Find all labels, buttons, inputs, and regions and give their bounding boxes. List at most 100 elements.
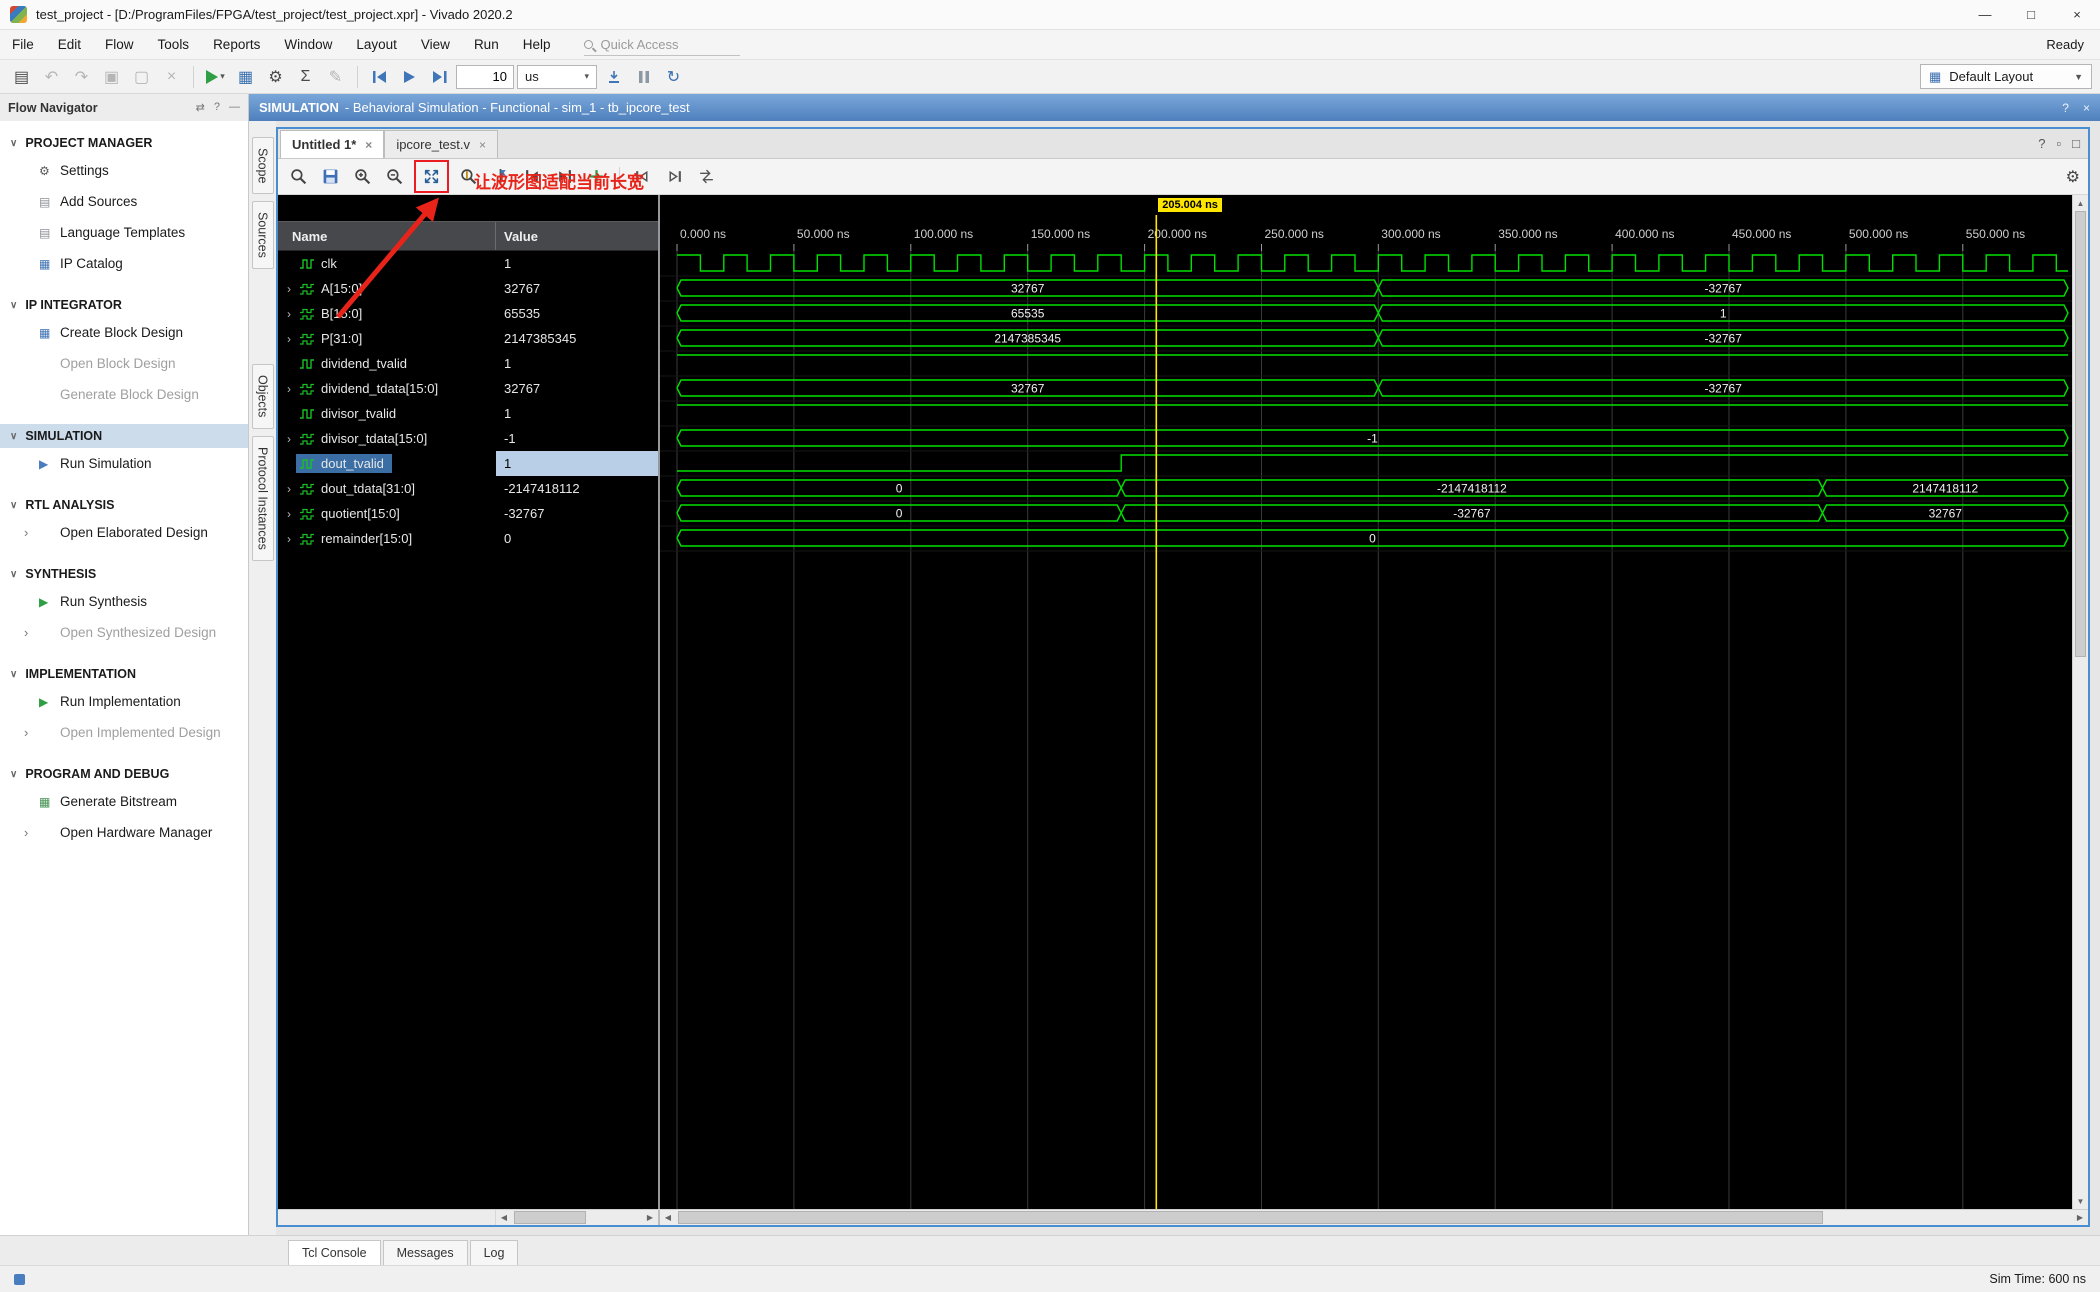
signal-row-dout-tdata-31-0[interactable]: › dout_tdata[31:0] -2147418112 bbox=[278, 476, 658, 501]
run-all-button[interactable] bbox=[396, 64, 423, 90]
flow-item-open-hardware-manager[interactable]: › Open Hardware Manager bbox=[0, 817, 248, 848]
scroll-left-icon[interactable]: ◀ bbox=[496, 1210, 512, 1225]
next-transition-icon[interactable] bbox=[552, 164, 577, 189]
menu-edit[interactable]: Edit bbox=[46, 30, 93, 59]
side-tab-protocol-instances[interactable]: Protocol Instances bbox=[251, 435, 274, 561]
side-tab-sources[interactable]: Sources bbox=[251, 201, 274, 270]
relaunch-sim-icon[interactable]: ↻ bbox=[660, 64, 687, 90]
expander-icon[interactable]: › bbox=[24, 625, 39, 640]
flow-section-program-and-debug[interactable]: ∨ PROGRAM AND DEBUG bbox=[0, 762, 248, 786]
flow-section-project-manager[interactable]: ∨ PROJECT MANAGER bbox=[0, 131, 248, 155]
find-icon[interactable] bbox=[286, 164, 311, 189]
zoom-to-cursor-icon[interactable] bbox=[456, 164, 481, 189]
flow-section-ip-integrator[interactable]: ∨ IP INTEGRATOR bbox=[0, 293, 248, 317]
float-window-icon[interactable]: ▫ bbox=[2057, 136, 2062, 151]
bottom-tab-messages[interactable]: Messages bbox=[382, 1240, 468, 1265]
wave-horizontal-scrollbar[interactable]: ◀ ▶ bbox=[660, 1210, 2088, 1225]
value-column-header[interactable]: Value bbox=[496, 222, 658, 250]
menu-reports[interactable]: Reports bbox=[201, 30, 272, 59]
close-button[interactable]: × bbox=[2054, 0, 2100, 29]
scroll-right-icon[interactable]: ▶ bbox=[2072, 1210, 2088, 1225]
flow-item-open-elaborated-design[interactable]: › Open Elaborated Design bbox=[0, 517, 248, 548]
scroll-down-icon[interactable]: ▼ bbox=[2073, 1193, 2088, 1209]
vertical-scroll-thumb[interactable] bbox=[2075, 211, 2086, 658]
step-button[interactable] bbox=[600, 64, 627, 90]
flow-section-implementation[interactable]: ∨ IMPLEMENTATION bbox=[0, 662, 248, 686]
menu-run[interactable]: Run bbox=[462, 30, 511, 59]
maximize-button[interactable]: □ bbox=[2008, 0, 2054, 29]
side-tab-scope[interactable]: Scope bbox=[251, 137, 274, 195]
flow-section-simulation[interactable]: ∨ SIMULATION bbox=[0, 424, 248, 448]
run-for-button[interactable] bbox=[426, 64, 453, 90]
expander-icon[interactable]: › bbox=[282, 507, 296, 521]
goto-time-zero-icon[interactable] bbox=[630, 164, 655, 189]
zoom-out-icon[interactable] bbox=[382, 164, 407, 189]
zoom-in-icon[interactable] bbox=[350, 164, 375, 189]
signal-row-a-15-0[interactable]: › A[15:0] 32767 bbox=[278, 276, 658, 301]
signal-row-p-31-0[interactable]: › P[31:0] 2147385345 bbox=[278, 326, 658, 351]
expander-icon[interactable]: › bbox=[282, 482, 296, 496]
expander-icon[interactable]: › bbox=[282, 432, 296, 446]
flow-item-run-synthesis[interactable]: ▶ Run Synthesis bbox=[0, 586, 248, 617]
edit-pencil-icon[interactable]: ✎ bbox=[322, 64, 349, 90]
time-unit-select[interactable]: us ▾ bbox=[517, 64, 597, 89]
close-icon[interactable]: × bbox=[479, 138, 486, 152]
minimize-button[interactable]: — bbox=[1962, 0, 2008, 29]
scroll-left-icon[interactable]: ◀ bbox=[660, 1210, 676, 1225]
scroll-up-icon[interactable]: ▲ bbox=[2073, 195, 2088, 211]
flow-item-generate-block-design[interactable]: Generate Block Design bbox=[0, 379, 248, 410]
signal-row-dividend-tvalid[interactable]: dividend_tvalid 1 bbox=[278, 351, 658, 376]
help-icon[interactable]: ? bbox=[2038, 136, 2045, 151]
side-tab-objects[interactable]: Objects bbox=[251, 364, 274, 429]
name-column-header[interactable]: Name bbox=[278, 222, 496, 250]
pause-button[interactable] bbox=[630, 64, 657, 90]
scroll-thumb[interactable] bbox=[678, 1211, 1823, 1224]
run-flow-button[interactable]: ▾ bbox=[202, 64, 229, 90]
expander-icon[interactable]: › bbox=[282, 532, 296, 546]
swap-cursor-icon[interactable] bbox=[694, 164, 719, 189]
flow-section-rtl-analysis[interactable]: ∨ RTL ANALYSIS bbox=[0, 493, 248, 517]
flow-item-ip-catalog[interactable]: ▦ IP Catalog bbox=[0, 248, 248, 279]
help-icon[interactable]: ? bbox=[214, 101, 220, 114]
scroll-thumb[interactable] bbox=[514, 1211, 586, 1224]
menu-help[interactable]: Help bbox=[511, 30, 563, 59]
flow-item-create-block-design[interactable]: ▦ Create Block Design bbox=[0, 317, 248, 348]
menu-window[interactable]: Window bbox=[272, 30, 344, 59]
signal-row-dout-tvalid[interactable]: dout_tvalid 1 bbox=[278, 451, 658, 476]
paste-icon[interactable]: ▢ bbox=[128, 64, 155, 90]
expander-icon[interactable]: › bbox=[282, 282, 296, 296]
flow-item-run-simulation[interactable]: ▶ Run Simulation bbox=[0, 448, 248, 479]
expander-icon[interactable]: › bbox=[24, 825, 39, 840]
help-icon[interactable]: ? bbox=[2062, 101, 2069, 115]
goto-time-end-icon[interactable] bbox=[662, 164, 687, 189]
flow-item-open-synthesized-design[interactable]: › Open Synthesized Design bbox=[0, 617, 248, 648]
quick-access-search[interactable]: Quick Access bbox=[584, 34, 741, 56]
doc-tab-untitled-1[interactable]: Untitled 1* × bbox=[280, 130, 385, 158]
flow-item-open-block-design[interactable]: Open Block Design bbox=[0, 348, 248, 379]
marker-icon[interactable] bbox=[488, 164, 513, 189]
signal-row-dividend-tdata-15-0[interactable]: › dividend_tdata[15:0] 32767 bbox=[278, 376, 658, 401]
wave-settings-gear-icon[interactable]: ⚙ bbox=[2066, 167, 2080, 187]
bottom-tab-tcl-console[interactable]: Tcl Console bbox=[288, 1240, 381, 1265]
dashboard-icon[interactable]: ▦ bbox=[232, 64, 259, 90]
close-icon[interactable]: × bbox=[365, 138, 372, 152]
menu-flow[interactable]: Flow bbox=[93, 30, 146, 59]
names-horizontal-scrollbar[interactable]: ◀ ▶ bbox=[496, 1210, 660, 1225]
signal-row-quotient-15-0[interactable]: › quotient[15:0] -32767 bbox=[278, 501, 658, 526]
flow-item-add-sources[interactable]: ▤ Add Sources bbox=[0, 186, 248, 217]
signal-row-b-15-0[interactable]: › B[15:0] 65535 bbox=[278, 301, 658, 326]
scroll-right-icon[interactable]: ▶ bbox=[642, 1210, 658, 1225]
bottom-tab-log[interactable]: Log bbox=[469, 1240, 519, 1265]
menu-file[interactable]: File bbox=[0, 30, 46, 59]
open-project-icon[interactable]: ▤ bbox=[8, 64, 35, 90]
vertical-scrollbar[interactable]: ▲ ▼ bbox=[2072, 195, 2088, 1209]
flow-item-generate-bitstream[interactable]: ▦ Generate Bitstream bbox=[0, 786, 248, 817]
settings-gear-icon[interactable]: ⚙ bbox=[262, 64, 289, 90]
zoom-fit-icon[interactable] bbox=[419, 164, 444, 189]
waveform-canvas[interactable]: 0.000 ns 50.000 ns 100.000 ns 150.000 ns 200… bbox=[660, 195, 2072, 1209]
expander-icon[interactable]: › bbox=[282, 382, 296, 396]
expander-icon[interactable]: › bbox=[282, 307, 296, 321]
signal-row-remainder-15-0[interactable]: › remainder[15:0] 0 bbox=[278, 526, 658, 551]
signal-row-divisor-tvalid[interactable]: divisor_tvalid 1 bbox=[278, 401, 658, 426]
flow-item-settings[interactable]: ⚙ Settings bbox=[0, 155, 248, 186]
